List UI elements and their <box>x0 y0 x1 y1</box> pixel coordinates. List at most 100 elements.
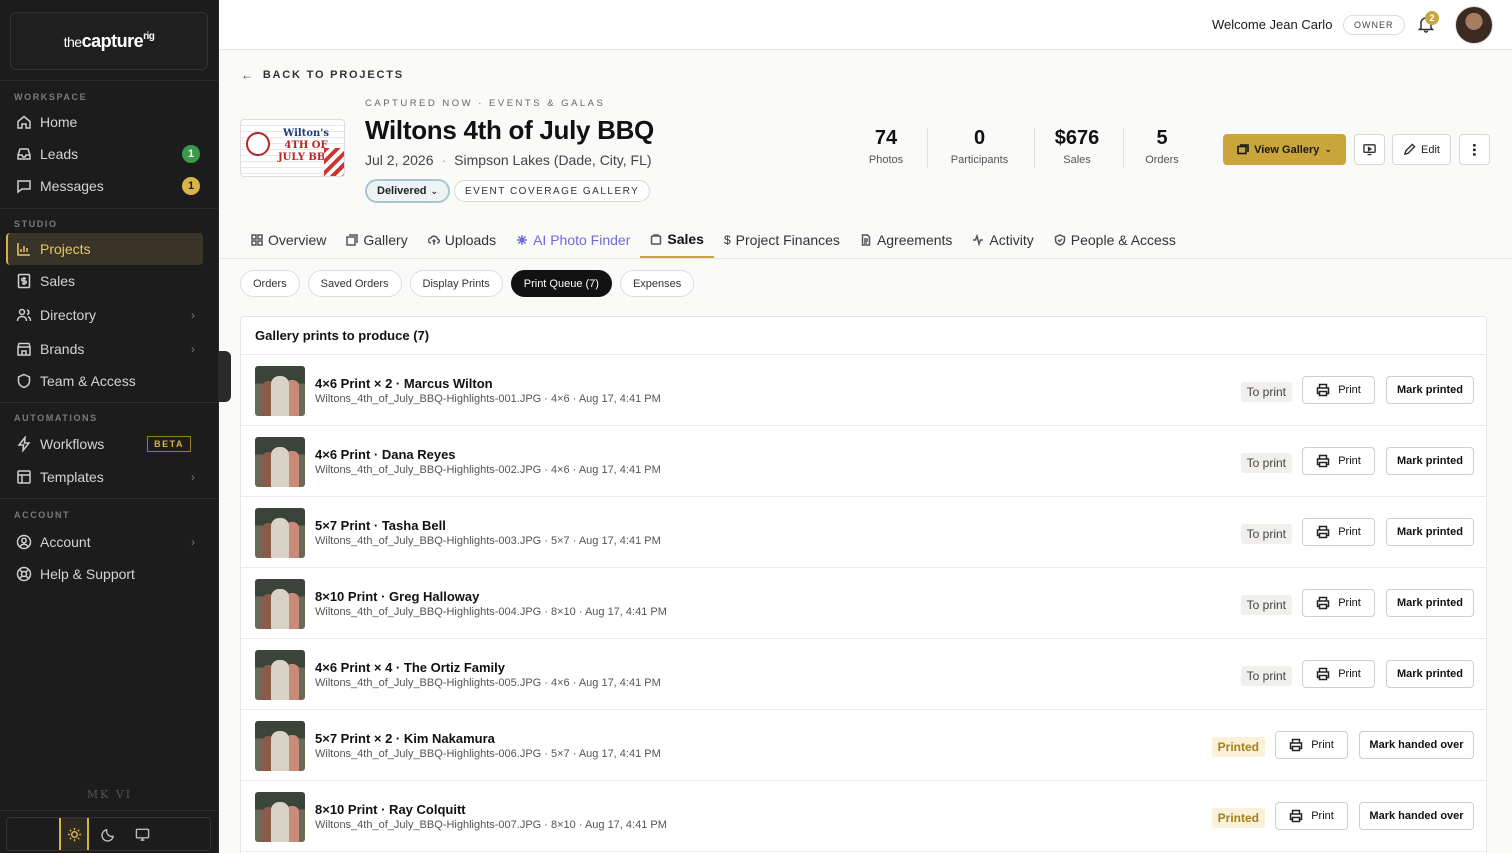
brand-logo[interactable]: thecapturerig <box>10 12 208 70</box>
store-icon <box>16 341 32 357</box>
sidebar-divider <box>0 208 219 209</box>
subtab-expenses[interactable]: Expenses <box>619 270 695 297</box>
stat-divider <box>1123 128 1124 168</box>
print-thumbnail[interactable] <box>255 579 305 629</box>
mark-status-button[interactable]: Mark printed <box>1386 376 1474 404</box>
print-button[interactable]: Print <box>1275 731 1348 759</box>
cloud-upload-icon <box>427 235 440 245</box>
mark-status-button[interactable]: Mark printed <box>1386 589 1474 617</box>
project-date: Jul 2, 2026 <box>365 152 434 168</box>
printer-icon <box>1316 596 1338 610</box>
print-thumbnail[interactable] <box>255 366 305 416</box>
more-options-button[interactable]: ⋯ <box>1459 134 1490 165</box>
slideshow-button[interactable] <box>1354 134 1385 165</box>
sidebar-item-home[interactable]: Home <box>6 106 203 138</box>
print-label: Print <box>1338 668 1361 680</box>
sidebar-item-team-access[interactable]: Team & Access <box>6 365 203 397</box>
status-badge: Printed <box>1211 737 1265 757</box>
pencil-icon <box>1403 143 1416 156</box>
subtab-display-prints[interactable]: Display Prints <box>409 270 503 297</box>
sidebar-item-sales[interactable]: Sales <box>6 265 203 297</box>
sidebar-item-label: Home <box>40 114 78 130</box>
print-thumbnail[interactable] <box>255 650 305 700</box>
role-badge: OWNER <box>1343 15 1405 35</box>
print-button[interactable]: Print <box>1302 447 1375 475</box>
stat-value: 74 <box>874 127 898 149</box>
theme-light-button[interactable] <box>59 818 89 850</box>
section-label-studio: STUDIO <box>14 219 58 229</box>
lifebuoy-icon <box>16 566 32 582</box>
tab-activity[interactable]: Activity <box>962 222 1043 258</box>
print-button[interactable]: Print <box>1302 518 1375 546</box>
shield-icon <box>16 373 32 389</box>
sidebar-item-account[interactable]: Account › <box>6 526 203 558</box>
chevron-right-icon: › <box>191 342 195 356</box>
layout-icon <box>16 469 32 485</box>
tab-project-finances[interactable]: $ Project Finances <box>714 222 850 258</box>
tab-label: AI Photo Finder <box>533 232 631 248</box>
sidebar-item-label: Team & Access <box>40 373 136 389</box>
subtab-orders[interactable]: Orders <box>240 270 300 297</box>
sidebar-item-directory[interactable]: Directory › <box>6 299 203 331</box>
tab-overview[interactable]: Overview <box>241 222 336 258</box>
tab-gallery[interactable]: Gallery <box>336 222 417 258</box>
print-title: 5×7 Print · Tasha Bell <box>315 518 446 533</box>
tab-uploads[interactable]: Uploads <box>418 222 506 258</box>
sidebar-collapse-handle[interactable] <box>219 351 231 402</box>
sidebar-item-help[interactable]: Help & Support <box>6 558 203 590</box>
print-button[interactable]: Print <box>1275 802 1348 830</box>
tab-people-access[interactable]: People & Access <box>1044 222 1186 258</box>
printer-icon <box>1316 383 1338 397</box>
tab-agreements[interactable]: Agreements <box>850 222 962 258</box>
home-icon <box>16 114 32 130</box>
sidebar-item-projects[interactable]: Projects <box>6 233 203 265</box>
stat-label: Orders <box>1145 154 1179 166</box>
sun-icon <box>67 827 81 841</box>
section-label-account: ACCOUNT <box>14 510 71 520</box>
print-button[interactable]: Print <box>1302 376 1375 404</box>
stat-value: 0 <box>973 127 986 149</box>
print-button[interactable]: Print <box>1302 589 1375 617</box>
print-thumbnail[interactable] <box>255 437 305 487</box>
presentation-icon <box>1363 144 1376 156</box>
subtab-saved-orders[interactable]: Saved Orders <box>307 270 402 297</box>
subtab-print-queue[interactable]: Print Queue (7) <box>510 270 612 297</box>
sidebar-item-workflows[interactable]: Workflows BETA <box>6 428 203 460</box>
mark-status-button[interactable]: Mark handed over <box>1359 802 1474 830</box>
sidebar-item-messages[interactable]: Messages 1 <box>6 170 203 202</box>
tab-label: People & Access <box>1070 232 1176 248</box>
print-thumbnail[interactable] <box>255 792 305 842</box>
stat-value: 5 <box>1156 127 1168 149</box>
mark-status-button[interactable]: Mark printed <box>1386 660 1474 688</box>
back-to-projects-link[interactable]: ← BACK TO PROJECTS <box>241 68 404 82</box>
printer-icon <box>1289 738 1311 752</box>
theme-system-button[interactable] <box>127 818 157 850</box>
sidebar-item-leads[interactable]: Leads 1 <box>6 138 203 170</box>
edit-button[interactable]: Edit <box>1392 134 1451 165</box>
print-thumbnail[interactable] <box>255 721 305 771</box>
table-row: 5×7 Print · Tasha Bell Wiltons_4th_of_Jul… <box>241 497 1486 568</box>
sidebar-item-brands[interactable]: Brands › <box>6 333 203 365</box>
avatar[interactable] <box>1455 6 1493 44</box>
dollar-icon: $ <box>723 233 731 247</box>
print-thumbnail[interactable] <box>255 508 305 558</box>
print-title: 5×7 Print × 2 · Kim Nakamura <box>315 731 495 746</box>
edit-label: Edit <box>1421 143 1440 156</box>
gallery-icon <box>1237 143 1249 154</box>
status-dropdown[interactable]: Delivered ⌄ <box>365 179 451 203</box>
stat-divider <box>927 128 928 168</box>
mark-status-button[interactable]: Mark printed <box>1386 447 1474 475</box>
sidebar-item-templates[interactable]: Templates › <box>6 461 203 493</box>
table-row: 4×6 Print · Dana Reyes Wiltons_4th_of_Jul… <box>241 426 1486 497</box>
print-button[interactable]: Print <box>1302 660 1375 688</box>
mark-status-button[interactable]: Mark handed over <box>1359 731 1474 759</box>
printer-icon <box>1316 454 1338 468</box>
chart-icon <box>16 241 32 257</box>
tab-label: Uploads <box>444 232 497 248</box>
tab-sales[interactable]: Sales <box>640 222 714 258</box>
tab-ai-photo-finder[interactable]: AI Photo Finder <box>506 222 640 258</box>
view-gallery-button[interactable]: View Gallery ⌄ <box>1223 134 1346 165</box>
mark-status-button[interactable]: Mark printed <box>1386 518 1474 546</box>
seal-graphic <box>246 132 270 156</box>
theme-dark-button[interactable] <box>93 818 123 850</box>
